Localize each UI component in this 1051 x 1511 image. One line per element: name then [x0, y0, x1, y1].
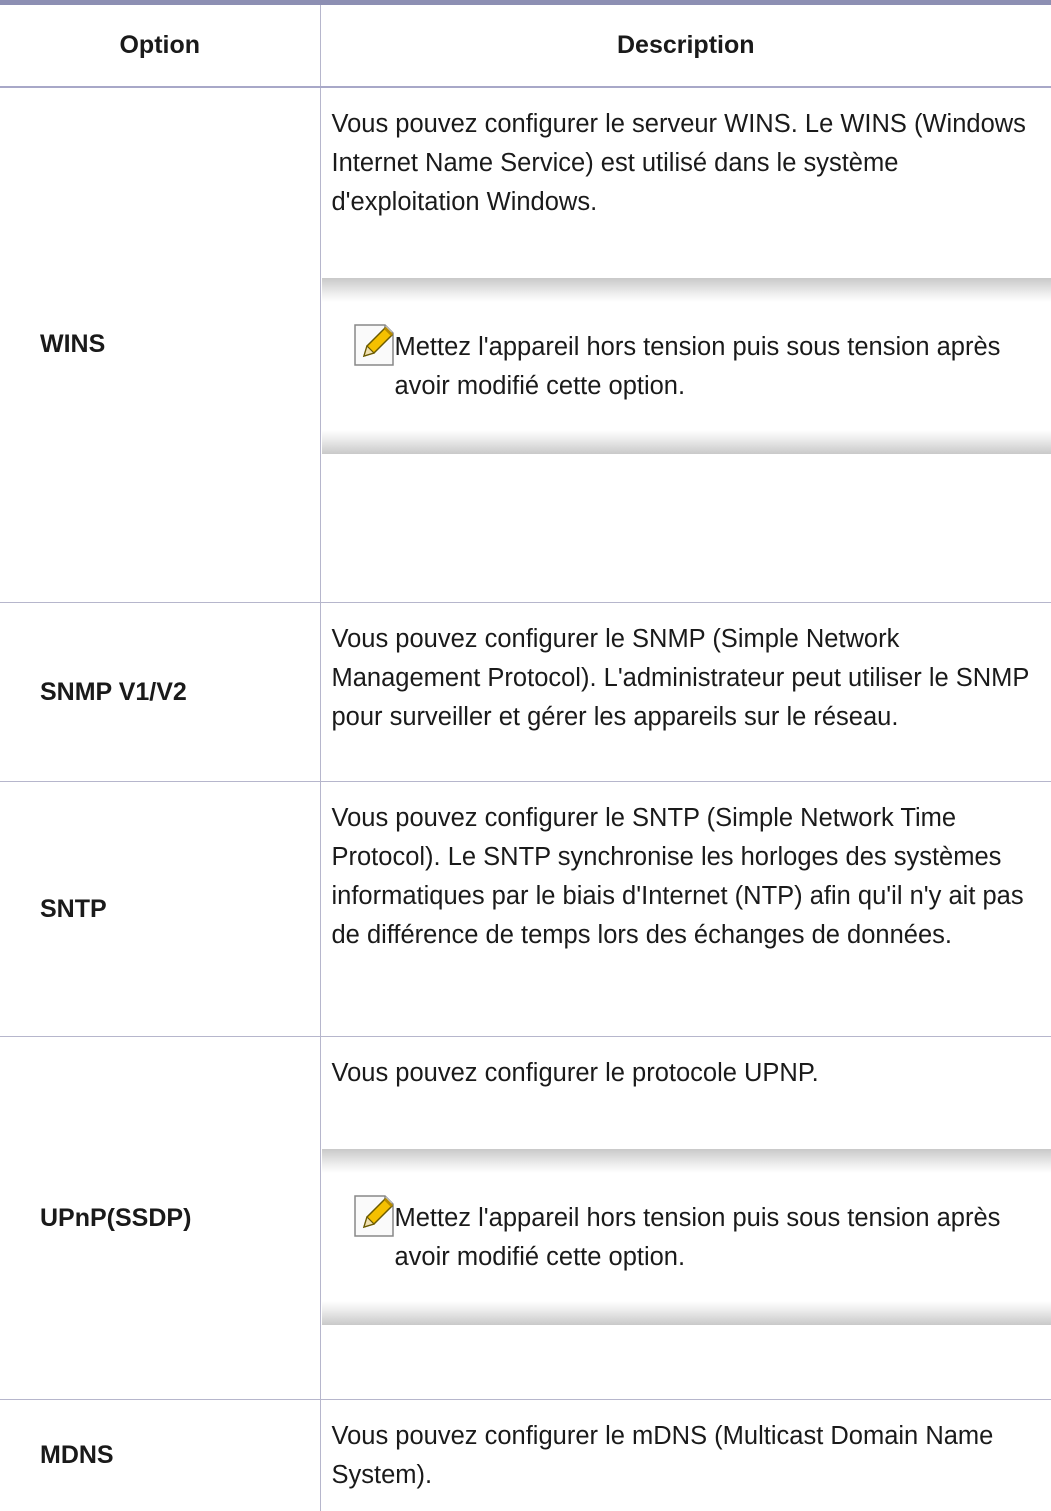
header-description: Description [320, 3, 1051, 87]
description-text: Vous pouvez configurer le SNMP (Simple N… [332, 620, 1040, 737]
description-text: Vous pouvez configurer le SNTP (Simple N… [332, 799, 1040, 955]
note-pencil-icon [352, 322, 396, 368]
note-box: Mettez l'appareil hors tension puis sous… [322, 278, 1051, 454]
options-table: Option Description WINS Vous pouvez conf… [0, 0, 1051, 1511]
description-cell: Vous pouvez configurer le mDNS (Multicas… [320, 1400, 1051, 1511]
option-cell: UPnP(SSDP) [0, 1037, 320, 1400]
header-option: Option [0, 3, 320, 87]
table-header-row: Option Description [0, 3, 1051, 87]
note-pencil-icon [352, 1193, 396, 1239]
description-cell: Vous pouvez configurer le serveur WINS. … [320, 87, 1051, 603]
description-text: Vous pouvez configurer le mDNS (Multicas… [332, 1417, 1040, 1495]
option-cell: SNTP [0, 782, 320, 1037]
option-cell: MDNS [0, 1400, 320, 1511]
note-text: Mettez l'appareil hors tension puis sous… [395, 1199, 1023, 1277]
table-row: SNMP V1/V2 Vous pouvez configurer le SNM… [0, 603, 1051, 782]
note-text: Mettez l'appareil hors tension puis sous… [395, 328, 1023, 406]
description-cell: Vous pouvez configurer le SNMP (Simple N… [320, 603, 1051, 782]
note-box: Mettez l'appareil hors tension puis sous… [322, 1149, 1051, 1325]
table-row: MDNS Vous pouvez configurer le mDNS (Mul… [0, 1400, 1051, 1511]
table-row: UPnP(SSDP) Vous pouvez configurer le pro… [0, 1037, 1051, 1400]
description-text: Vous pouvez configurer le serveur WINS. … [332, 105, 1040, 222]
description-text: Vous pouvez configurer le protocole UPNP… [332, 1054, 1040, 1093]
option-cell: SNMP V1/V2 [0, 603, 320, 782]
table-row: WINS Vous pouvez configurer le serveur W… [0, 87, 1051, 603]
table-row: SNTP Vous pouvez configurer le SNTP (Sim… [0, 782, 1051, 1037]
description-cell: Vous pouvez configurer le SNTP (Simple N… [320, 782, 1051, 1037]
option-cell: WINS [0, 87, 320, 603]
description-cell: Vous pouvez configurer le protocole UPNP… [320, 1037, 1051, 1400]
